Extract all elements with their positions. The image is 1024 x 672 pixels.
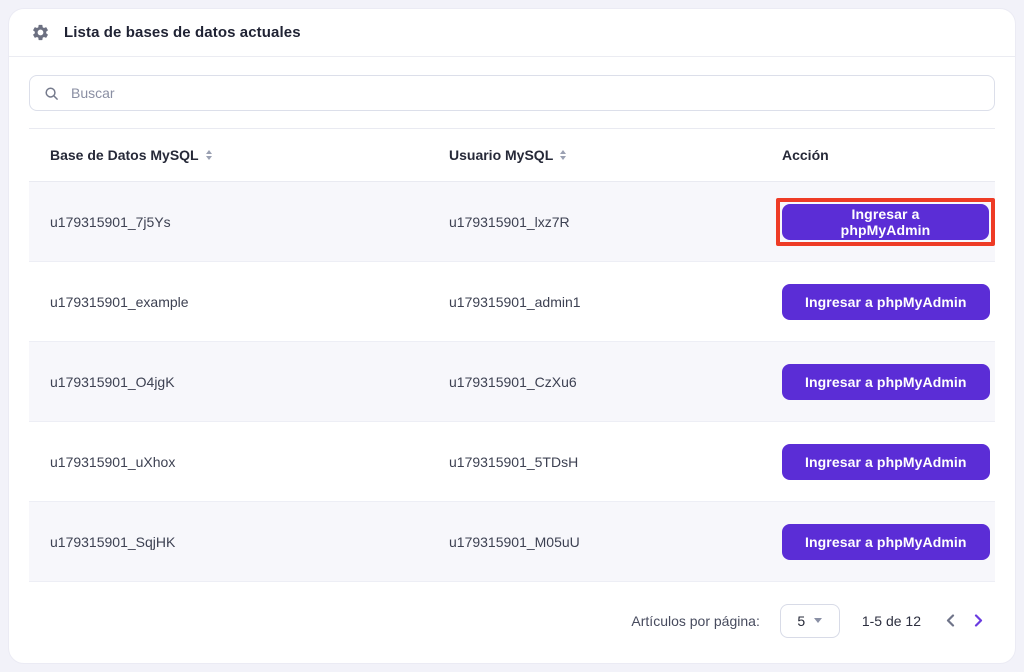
page-range: 1-5 de 12 [862, 613, 921, 629]
pagination-bar: Artículos por página: 5 1-5 de 12 [9, 582, 1015, 663]
annotation-frame: Ingresar a phpMyAdmin [782, 444, 990, 480]
user-cell: u179315901_5TDsH [449, 454, 782, 470]
column-header-database[interactable]: Base de Datos MySQL [50, 147, 449, 163]
caret-down-icon [814, 618, 822, 623]
search-box[interactable] [29, 75, 995, 111]
gear-icon [31, 23, 50, 42]
action-cell: Ingresar a phpMyAdmin [782, 524, 995, 560]
search-area [9, 57, 1015, 111]
card-header: Lista de bases de datos actuales [9, 9, 1015, 57]
table-row: u179315901_7j5Ys u179315901_lxz7R Ingres… [29, 182, 995, 262]
chevron-left-icon[interactable] [943, 614, 957, 628]
action-cell: Ingresar a phpMyAdmin [782, 198, 995, 246]
user-cell: u179315901_CzXu6 [449, 374, 782, 390]
table-row: u179315901_example u179315901_admin1 Ing… [29, 262, 995, 342]
db-cell: u179315901_7j5Ys [50, 214, 449, 230]
table-header-row: Base de Datos MySQL Usuario MySQL Acción [29, 128, 995, 182]
user-cell: u179315901_admin1 [449, 294, 782, 310]
databases-table: Base de Datos MySQL Usuario MySQL Acción… [29, 128, 995, 582]
annotation-frame: Ingresar a phpMyAdmin [782, 284, 990, 320]
phpmyadmin-button[interactable]: Ingresar a phpMyAdmin [782, 204, 989, 240]
table-body: u179315901_7j5Ys u179315901_lxz7R Ingres… [29, 182, 995, 582]
action-cell: Ingresar a phpMyAdmin [782, 364, 995, 400]
db-cell: u179315901_SqjHK [50, 534, 449, 550]
sort-icon[interactable] [206, 150, 212, 160]
search-input[interactable] [71, 85, 980, 101]
search-icon [44, 86, 59, 101]
table-row: u179315901_O4jgK u179315901_CzXu6 Ingres… [29, 342, 995, 422]
per-page-label: Artículos por página: [631, 613, 759, 629]
column-header-user[interactable]: Usuario MySQL [449, 147, 782, 163]
user-cell: u179315901_lxz7R [449, 214, 782, 230]
action-cell: Ingresar a phpMyAdmin [782, 284, 995, 320]
pager [943, 614, 985, 628]
per-page-value: 5 [797, 613, 805, 629]
db-cell: u179315901_O4jgK [50, 374, 449, 390]
per-page-select[interactable]: 5 [780, 604, 840, 638]
phpmyadmin-button[interactable]: Ingresar a phpMyAdmin [782, 364, 990, 400]
user-cell: u179315901_M05uU [449, 534, 782, 550]
column-header-action: Acción [782, 147, 995, 163]
action-cell: Ingresar a phpMyAdmin [782, 444, 995, 480]
table-row: u179315901_SqjHK u179315901_M05uU Ingres… [29, 502, 995, 582]
chevron-right-icon[interactable] [971, 614, 985, 628]
annotation-frame: Ingresar a phpMyAdmin [782, 524, 990, 560]
db-cell: u179315901_uXhox [50, 454, 449, 470]
annotation-frame: Ingresar a phpMyAdmin [782, 364, 990, 400]
phpmyadmin-button[interactable]: Ingresar a phpMyAdmin [782, 284, 990, 320]
phpmyadmin-button[interactable]: Ingresar a phpMyAdmin [782, 524, 990, 560]
databases-card: Lista de bases de datos actuales Base de… [8, 8, 1016, 664]
sort-icon[interactable] [560, 150, 566, 160]
table-row: u179315901_uXhox u179315901_5TDsH Ingres… [29, 422, 995, 502]
page-title: Lista de bases de datos actuales [64, 24, 301, 41]
annotation-frame: Ingresar a phpMyAdmin [776, 198, 995, 246]
db-cell: u179315901_example [50, 294, 449, 310]
phpmyadmin-button[interactable]: Ingresar a phpMyAdmin [782, 444, 990, 480]
